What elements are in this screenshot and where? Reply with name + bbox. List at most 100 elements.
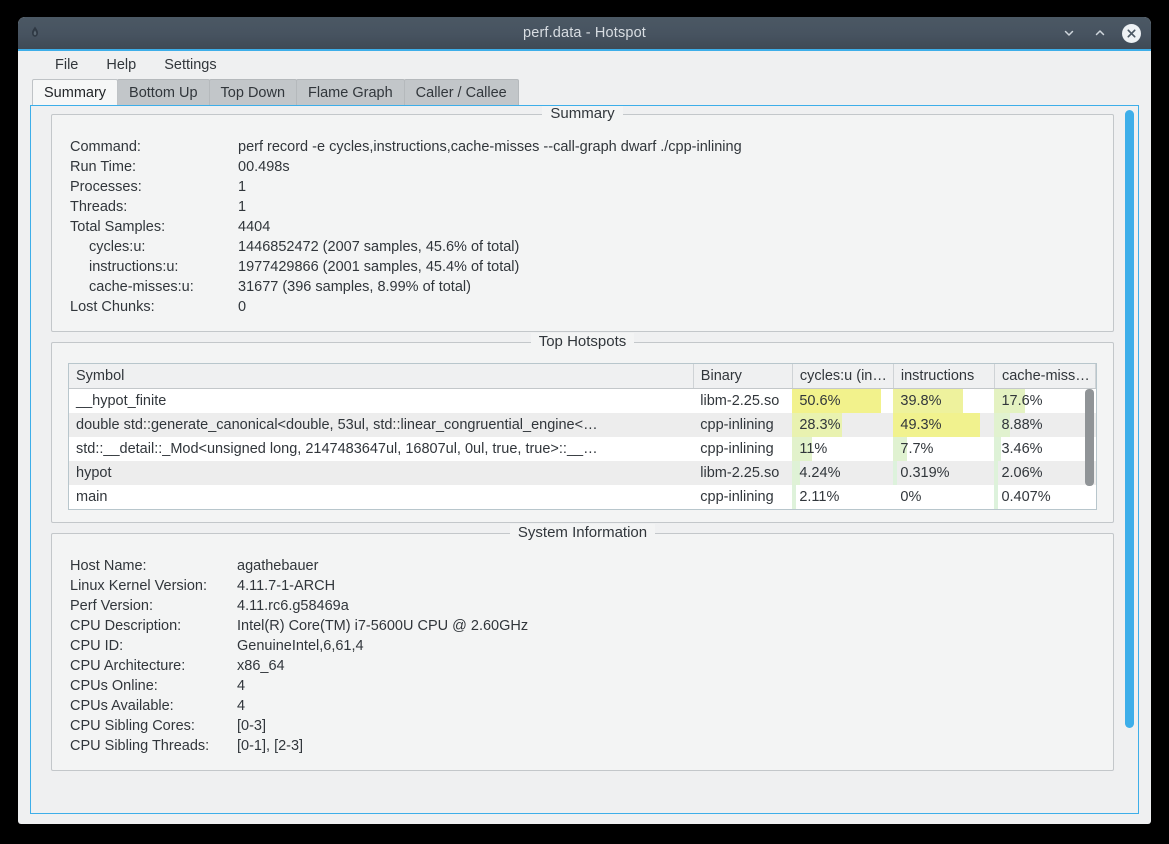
table-row[interactable]: __hypot_finite libm-2.25.so 50.6% 39.8% 17.6… (69, 388, 1096, 413)
sysinfo-field-value: GenuineIntel,6,61,4 (237, 637, 364, 654)
cell-instructions-text: 49.3% (900, 416, 942, 433)
cell-symbol: __hypot_finite (69, 388, 694, 413)
cell-binary: cpp-inlining (693, 484, 793, 509)
sysinfo-field-label: Linux Kernel Version: (70, 577, 208, 594)
sysinfo-field-value: agathebauer (237, 557, 319, 574)
cell-symbol-text: __hypot_finite (76, 392, 167, 409)
tab-flame-graph[interactable]: Flame Graph (296, 79, 405, 105)
minimize-button[interactable] (1060, 24, 1078, 42)
cell-cache-misses-text: 0.407% (1001, 488, 1051, 505)
page-scrollbar-thumb[interactable] (1125, 110, 1134, 728)
summary-field-value: perf record -e cycles,instructions,cache… (238, 139, 742, 155)
cell-instructions-text: 39.8% (900, 392, 942, 409)
summary-field-row: cache-misses:u: 31677 (396 samples, 8.99%… (70, 277, 1095, 297)
sysinfo-field-row: Host Name: agathebauer (70, 556, 1095, 576)
summary-field-row: Run Time: 00.498s (70, 157, 1095, 177)
sysinfo-field-label: CPUs Online: (70, 677, 158, 694)
cell-instructions-text: 0.319% (900, 464, 950, 481)
menu-item-help[interactable]: Help (97, 54, 145, 76)
sysinfo-groupbox: System Information Host Name: agathebauer… (51, 523, 1114, 771)
sysinfo-field-row: CPU ID: GenuineIntel,6,61,4 (70, 636, 1095, 656)
cell-cycles: 4.24% (792, 460, 894, 485)
summary-field-row: Command: perf record -e cycles,instructio… (70, 137, 1095, 157)
tab-top-down[interactable]: Top Down (208, 79, 298, 105)
column-header-binary[interactable]: Binary (693, 364, 793, 389)
sysinfo-field-label: Host Name: (70, 557, 147, 574)
sysinfo-groupbox-title: System Information (52, 523, 1113, 541)
cell-cache-misses-text: 3.46% (1001, 440, 1043, 457)
summary-field-value: 00.498s (238, 159, 290, 175)
cell-cache-misses: 0.407% (994, 484, 1096, 509)
hotspots-groupbox-title: Top Hotspots (52, 333, 1113, 350)
sysinfo-field-value: Intel(R) Core(TM) i7-5600U CPU @ 2.60GHz (237, 617, 529, 634)
summary-field-label: cache-misses:u: (89, 279, 194, 295)
cell-instructions: 0.319% (893, 460, 995, 485)
summary-field-label: Processes: (70, 179, 142, 195)
hotspots-table: Symbol Binary cycles:u (in… instructions… (69, 364, 1096, 509)
cell-instructions: 39.8% (893, 388, 995, 413)
cell-cycles-text: 50.6% (799, 392, 841, 409)
sysinfo-field-row: CPU Sibling Cores: [0-3] (70, 716, 1095, 736)
cell-symbol: double std::generate_canonical<double, 5… (69, 412, 694, 437)
menu-item-settings[interactable]: Settings (155, 54, 225, 76)
sysinfo-field-label: CPU Architecture: (70, 657, 186, 674)
hotspots-groupbox: Top Hotspots Symbol Binary cycles:u (in…… (51, 333, 1114, 523)
scroll-viewport: Summary Command: perf record -e cycles,in… (31, 106, 1138, 813)
summary-field-label: cycles:u: (89, 239, 146, 255)
page-scrollbar[interactable] (1125, 110, 1134, 809)
tab-summary[interactable]: Summary (32, 79, 119, 105)
tab-bottom-up[interactable]: Bottom Up (117, 79, 210, 105)
menu-item-file[interactable]: File (46, 54, 87, 76)
sysinfo-field-value: [0-3] (237, 717, 267, 734)
sysinfo-field-label: CPU Sibling Threads: (70, 737, 210, 754)
cell-cache-misses: 3.46% (994, 436, 1096, 461)
sysinfo-field-value: 4 (237, 697, 246, 714)
table-row[interactable]: main cpp-inlining 2.11% 0% 0.407% (69, 484, 1096, 509)
summary-groupbox: Summary Command: perf record -e cycles,in… (51, 106, 1114, 332)
cell-binary-text: libm-2.25.so (700, 392, 780, 409)
summary-field-row: Lost Chunks: 0 (70, 297, 1095, 317)
table-row[interactable]: hypot libm-2.25.so 4.24% 0.319% 2.06% (69, 460, 1096, 485)
cell-symbol-text: hypot (76, 464, 112, 481)
cell-cycles: 50.6% (792, 388, 894, 413)
cell-binary: cpp-inlining (693, 412, 793, 437)
hotspots-table-wrap: Symbol Binary cycles:u (in… instructions… (68, 363, 1097, 510)
maximize-button[interactable] (1091, 24, 1109, 42)
summary-field-row: Threads: 1 (70, 197, 1095, 217)
summary-fields: Command: perf record -e cycles,instructio… (52, 115, 1113, 331)
summary-field-value: 31677 (396 samples, 8.99% of total) (238, 279, 471, 295)
summary-field-label: instructions:u: (89, 259, 179, 275)
sysinfo-field-value: [0-1], [2-3] (237, 737, 304, 754)
sysinfo-field-label: CPU Description: (70, 617, 182, 634)
cell-symbol-text: double std::generate_canonical<double, 5… (76, 416, 598, 433)
table-row[interactable]: std::__detail::_Mod<unsigned long, 21474… (69, 436, 1096, 461)
cell-symbol: hypot (69, 460, 694, 485)
sysinfo-field-row: CPU Sibling Threads: [0-1], [2-3] (70, 736, 1095, 756)
cell-symbol: main (69, 484, 694, 509)
summary-field-value: 1 (238, 199, 247, 215)
window-controls (1060, 23, 1141, 43)
table-row[interactable]: double std::generate_canonical<double, 5… (69, 412, 1096, 437)
column-header-instructions[interactable]: instructions (893, 364, 995, 389)
column-header-cycles[interactable]: cycles:u (in… (792, 364, 894, 389)
summary-field-label: Total Samples: (70, 219, 166, 235)
tab-caller-callee[interactable]: Caller / Callee (403, 79, 519, 105)
sysinfo-field-label: CPU ID: (70, 637, 124, 654)
cell-cache-misses: 8.88% (994, 412, 1096, 437)
column-header-cache-misses[interactable]: cache-miss… (994, 364, 1096, 389)
sysinfo-field-value: 4 (237, 677, 246, 694)
column-header-symbol[interactable]: Symbol (69, 364, 694, 389)
summary-field-value: 1446852472 (2007 samples, 45.6% of total… (238, 239, 520, 255)
window-titlebar[interactable]: perf.data - Hotspot (18, 17, 1151, 51)
sysinfo-fields: Host Name: agathebauer Linux Kernel Versio… (52, 534, 1113, 770)
cell-cache-misses-text: 8.88% (1001, 416, 1043, 433)
summary-field-row: Total Samples: 4404 (70, 217, 1095, 237)
tab-bar: Summary Bottom Up Top Down Flame Graph C… (18, 79, 1151, 105)
sysinfo-field-row: CPU Description: Intel(R) Core(TM) i7-560… (70, 616, 1095, 636)
close-button[interactable] (1122, 23, 1141, 43)
cell-symbol-text: main (76, 488, 108, 505)
sysinfo-field-row: CPUs Available: 4 (70, 696, 1095, 716)
sysinfo-field-value: 4.11.7-1-ARCH (237, 577, 336, 594)
window-title: perf.data - Hotspot (523, 25, 646, 41)
cell-binary-text: libm-2.25.so (700, 464, 780, 481)
